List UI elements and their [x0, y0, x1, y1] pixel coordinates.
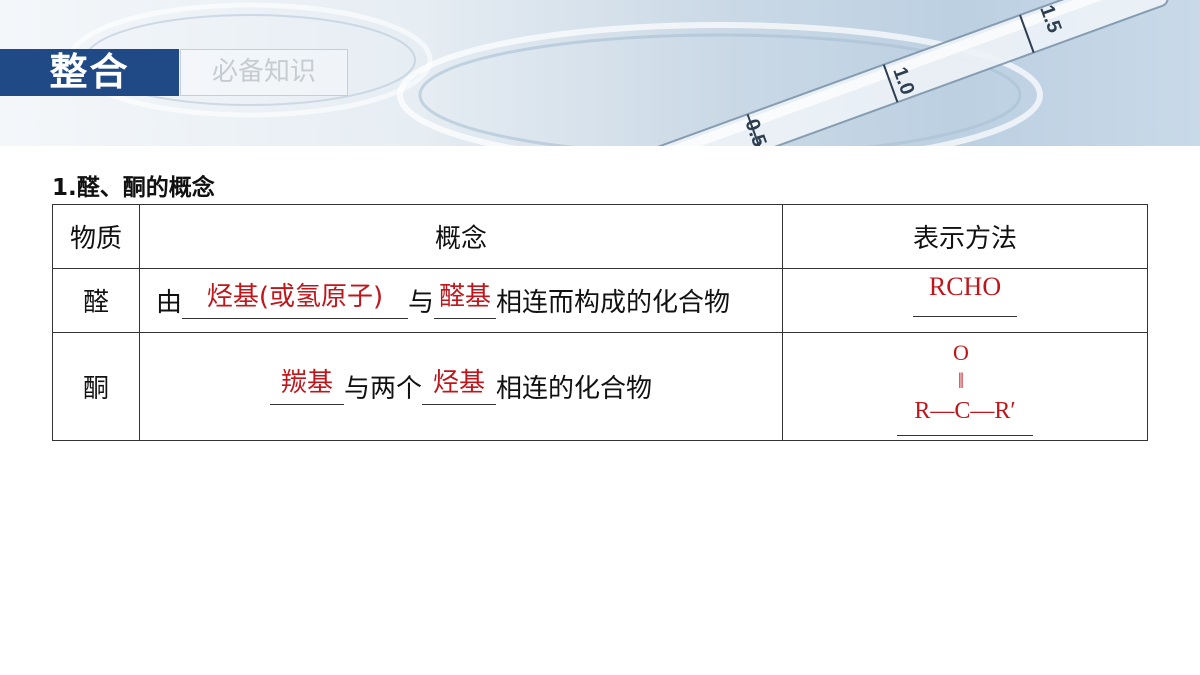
oxygen-atom: O — [953, 340, 969, 365]
table-row: 醛 由烃基(或氢原子) 与醛基 相连而构成的化合物 RCHO — [52, 268, 1148, 333]
answer-1: 烃基(或氢原子) — [206, 282, 384, 312]
section-subtitle: 必备知识 — [180, 49, 348, 96]
concept-suffix: 相连而构成的化合物 — [496, 288, 731, 318]
ketone-chain: R—C—R′ — [914, 398, 1015, 424]
blank-2: 烃基 — [422, 368, 496, 405]
blank-2: 醛基 — [434, 282, 497, 319]
double-bond: ‖ — [958, 368, 964, 393]
aldehyde-concept: 由烃基(或氢原子) 与醛基 相连而构成的化合物 — [139, 268, 783, 333]
concept-table: 物质 概念 表示方法 醛 由烃基(或氢原子) 与醛基 相连而构成的化合物 RCHO … — [52, 204, 1148, 441]
header-representation: 表示方法 — [782, 204, 1148, 269]
header-banner: 1.5 1.0 0.5 整合 必备知识 — [0, 0, 1200, 146]
blank-1: 烃基(或氢原子) — [182, 282, 409, 319]
blank-1: 羰基 — [269, 368, 344, 405]
section-title: 1.醛、酮的概念 — [52, 175, 215, 201]
substance-aldehyde: 醛 — [52, 268, 140, 333]
answer-2: 烃基 — [432, 368, 485, 398]
answer-1: 羰基 — [280, 368, 333, 398]
ketone-concept: 羰基 与两个 烃基 相连的化合物 — [139, 332, 783, 441]
ketone-structural-formula: O ‖ R—C—R′ — [897, 338, 1033, 436]
table-row: 酮 羰基 与两个 烃基 相连的化合物 O ‖ R—C—R′ — [52, 332, 1148, 441]
concept-mid: 与两个 — [343, 374, 422, 404]
table-header-row: 物质 概念 表示方法 — [52, 204, 1148, 269]
answer-2: 醛基 — [439, 282, 492, 312]
section-tag: 整合 — [0, 49, 179, 96]
concept-mid: 与 — [408, 288, 435, 318]
ketone-representation: O ‖ R—C—R′ — [782, 332, 1148, 441]
rcho-blank: RCHO — [913, 272, 1017, 317]
concept-prefix: 由 — [156, 288, 183, 318]
rcho-formula: RCHO — [928, 272, 1002, 301]
aldehyde-representation: RCHO — [782, 268, 1148, 333]
header-substance: 物质 — [52, 204, 140, 269]
concept-suffix: 相连的化合物 — [496, 374, 653, 404]
header-concept: 概念 — [139, 204, 783, 269]
substance-ketone: 酮 — [52, 332, 140, 441]
